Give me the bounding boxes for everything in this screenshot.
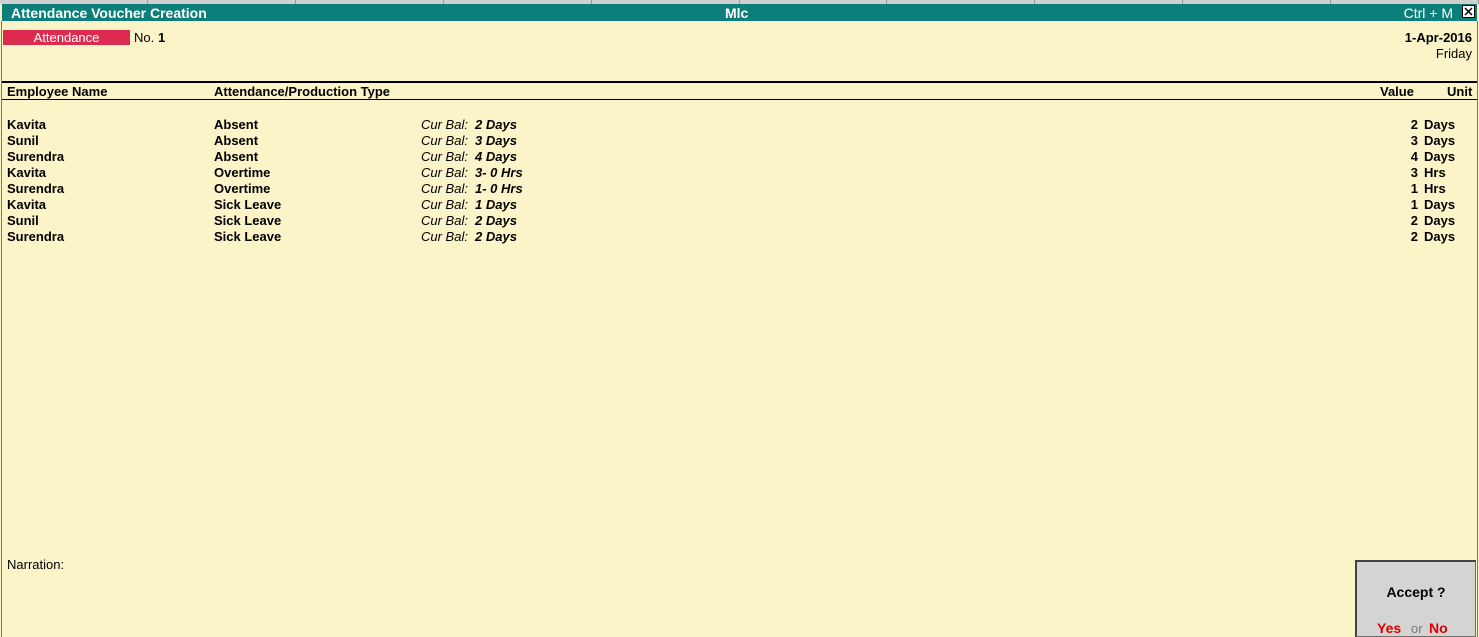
table-row[interactable]: Sunil Absent Cur Bal: 3 Days 3 Days (0, 133, 1479, 149)
attendance-type[interactable]: Absent (214, 149, 258, 164)
frame-left-border (1, 21, 2, 637)
frame-right-border (1477, 21, 1478, 637)
entry-unit: Hrs (1424, 165, 1446, 180)
entry-unit: Days (1424, 117, 1456, 132)
voucher-no-value[interactable]: 1 (158, 30, 165, 45)
voucher-day: Friday (1435, 46, 1472, 61)
entry-value[interactable]: 1 (1411, 197, 1418, 212)
table-row[interactable]: Sunil Sick Leave Cur Bal: 2 Days 2 Days (0, 213, 1479, 229)
column-header-employee: Employee Name (7, 84, 108, 99)
column-header-value: Value (1380, 84, 1414, 99)
entry-unit: Days (1424, 229, 1456, 244)
cur-bal-value: 2 Days (475, 229, 517, 244)
cur-bal-label: Cur Bal: (421, 133, 468, 148)
accept-question: Accept ? (1386, 584, 1446, 600)
accept-dialog: Accept ? Yes or No (1355, 560, 1476, 637)
employee-name[interactable]: Kavita (7, 197, 46, 212)
column-header-type: Attendance/Production Type (214, 84, 390, 99)
header-divider-bottom (2, 99, 1477, 100)
attendance-type[interactable]: Overtime (214, 181, 270, 196)
window-title: Attendance Voucher Creation (11, 5, 207, 21)
employee-name[interactable]: Sunil (7, 133, 39, 148)
attendance-type[interactable]: Absent (214, 117, 258, 132)
title-bar: Attendance Voucher Creation Mlc Ctrl + M (2, 4, 1477, 21)
attendance-type[interactable]: Sick Leave (214, 213, 281, 228)
entry-value[interactable]: 2 (1411, 117, 1418, 132)
attendance-type[interactable]: Absent (214, 133, 258, 148)
cur-bal-value: 1 Days (475, 197, 517, 212)
entry-value[interactable]: 3 (1411, 165, 1418, 180)
entry-unit: Hrs (1424, 181, 1446, 196)
employee-name[interactable]: Sunil (7, 213, 39, 228)
column-header-unit: Unit (1447, 84, 1473, 99)
table-row[interactable]: Surendra Absent Cur Bal: 4 Days 4 Days (0, 149, 1479, 165)
close-icon[interactable] (1462, 5, 1475, 18)
no-button[interactable]: No (1429, 620, 1448, 636)
cur-bal-label: Cur Bal: (421, 181, 468, 196)
cur-bal-label: Cur Bal: (421, 229, 468, 244)
entry-unit: Days (1424, 133, 1456, 148)
employee-name[interactable]: Surendra (7, 229, 64, 244)
entry-unit: Days (1424, 197, 1456, 212)
entry-value[interactable]: 4 (1411, 149, 1418, 164)
attendance-type[interactable]: Sick Leave (214, 229, 281, 244)
entry-unit: Days (1424, 149, 1456, 164)
cur-bal-value: 3- 0 Hrs (475, 165, 523, 180)
employee-name[interactable]: Surendra (7, 181, 64, 196)
voucher-type-badge[interactable]: Attendance (3, 30, 130, 45)
cur-bal-value: 2 Days (475, 213, 517, 228)
employee-name[interactable]: Kavita (7, 165, 46, 180)
cur-bal-label: Cur Bal: (421, 117, 468, 132)
table-row[interactable]: Kavita Overtime Cur Bal: 3- 0 Hrs 3 Hrs (0, 165, 1479, 181)
voucher-date[interactable]: 1-Apr-2016 (1405, 30, 1472, 45)
entry-unit: Days (1424, 213, 1456, 228)
employee-name[interactable]: Surendra (7, 149, 64, 164)
narration-label[interactable]: Narration: (7, 557, 64, 572)
cur-bal-value: 1- 0 Hrs (475, 181, 523, 196)
employee-name[interactable]: Kavita (7, 117, 46, 132)
cur-bal-label: Cur Bal: (421, 165, 468, 180)
yes-button[interactable]: Yes (1377, 620, 1401, 636)
or-separator: or (1411, 621, 1423, 636)
cur-bal-label: Cur Bal: (421, 197, 468, 212)
cur-bal-label: Cur Bal: (421, 149, 468, 164)
cur-bal-value: 4 Days (475, 149, 517, 164)
attendance-type[interactable]: Sick Leave (214, 197, 281, 212)
table-row[interactable]: Surendra Overtime Cur Bal: 1- 0 Hrs 1 Hr… (0, 181, 1479, 197)
voucher-no-label: No. (134, 30, 155, 45)
entry-value[interactable]: 2 (1411, 213, 1418, 228)
table-row[interactable]: Surendra Sick Leave Cur Bal: 2 Days 2 Da… (0, 229, 1479, 245)
header-divider-top (2, 81, 1477, 83)
company-name: Mlc (725, 5, 749, 21)
shortcut-label[interactable]: Ctrl + M (1404, 5, 1453, 21)
table-row[interactable]: Kavita Absent Cur Bal: 2 Days 2 Days (0, 117, 1479, 133)
table-row[interactable]: Kavita Sick Leave Cur Bal: 1 Days 1 Days (0, 197, 1479, 213)
cur-bal-value: 2 Days (475, 117, 517, 132)
attendance-type[interactable]: Overtime (214, 165, 270, 180)
cur-bal-value: 3 Days (475, 133, 517, 148)
entry-value[interactable]: 2 (1411, 229, 1418, 244)
entry-value[interactable]: 1 (1411, 181, 1418, 196)
entry-value[interactable]: 3 (1411, 133, 1418, 148)
cur-bal-label: Cur Bal: (421, 213, 468, 228)
